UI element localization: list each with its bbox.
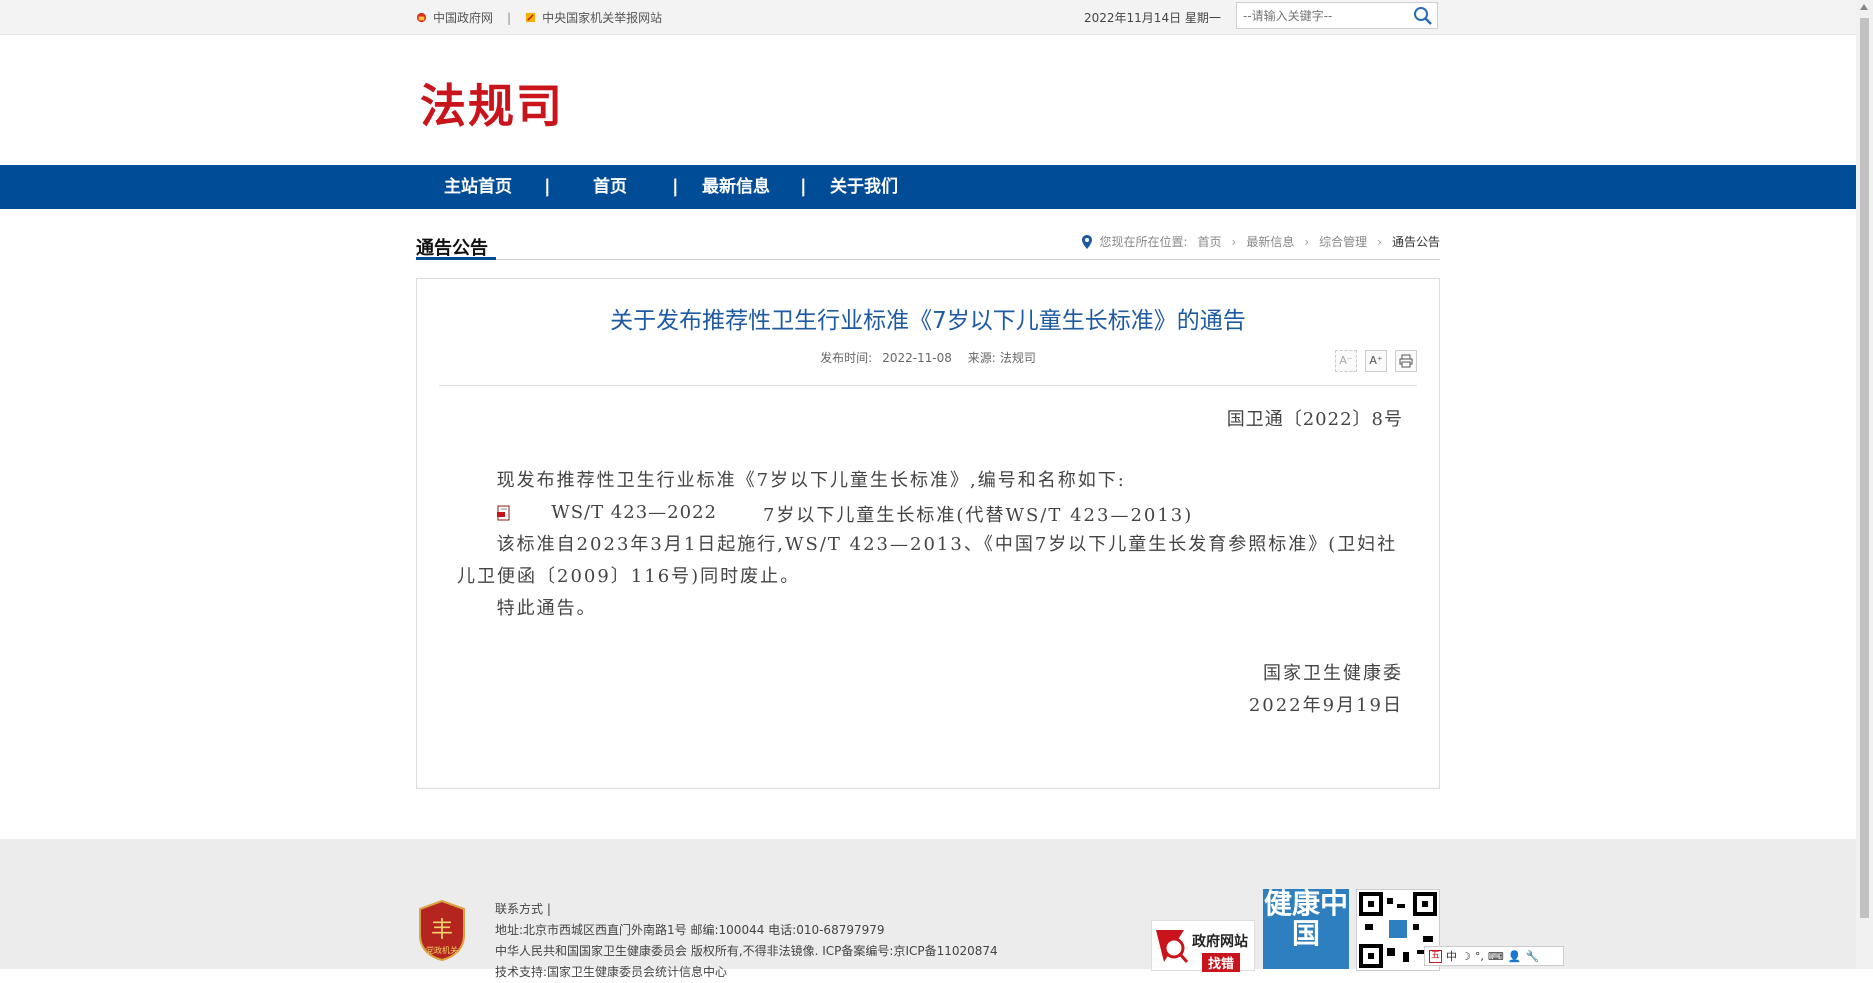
site-logo[interactable]: 法规司 <box>420 70 564 136</box>
scroll-thumb[interactable] <box>1860 18 1869 918</box>
party-emblem-icon <box>525 12 536 23</box>
badge-sub: 找错 <box>1202 953 1241 972</box>
chevron-right-icon: › <box>1304 234 1310 249</box>
section-divider <box>416 259 1440 260</box>
ime-moon-icon[interactable]: ☽ <box>1461 950 1471 963</box>
report-site-link[interactable]: 中央国家机关举报网站 <box>542 9 662 26</box>
health-china-logo[interactable]: 健康中国 <box>1263 889 1349 969</box>
publish-date: 2022-11-08 <box>882 351 952 365</box>
printer-icon <box>1399 354 1413 368</box>
nav-item-main-home[interactable]: 主站首页 <box>444 165 512 209</box>
breadcrumb-prefix: 您现在所在位置: <box>1099 235 1188 249</box>
nav-item-home[interactable]: 首页 <box>593 165 627 209</box>
breadcrumb: 您现在所在位置: 首页 › 最新信息 › 综合管理 › 通告公告 <box>1082 233 1440 250</box>
paragraph-closing: 特此通告。 <box>496 598 597 619</box>
breadcrumb-general[interactable]: 综合管理 <box>1319 233 1367 250</box>
gov-site-error-report-badge[interactable]: 政府网站 找错 <box>1151 920 1255 972</box>
breadcrumb-current: 通告公告 <box>1391 235 1440 249</box>
nav-separator: | <box>672 176 679 197</box>
standard-line: WS/T 423—2022 7岁以下儿童生长标准(代替WS/T 423—2013… <box>457 497 1399 532</box>
breadcrumb-home[interactable]: 首页 <box>1198 233 1222 250</box>
ime-punct-icon[interactable]: °, <box>1475 950 1484 963</box>
nav-item-latest[interactable]: 最新信息 <box>702 165 770 209</box>
ime-settings-icon[interactable]: 🔧 <box>1525 950 1539 963</box>
footer-address: 地址:北京市西城区西直门外南路1号 邮编:100044 电话:010-68797… <box>495 923 885 937</box>
standard-code: WS/T 423—2022 <box>551 502 717 523</box>
vertical-scrollbar[interactable] <box>1856 0 1873 969</box>
nav-item-about[interactable]: 关于我们 <box>830 165 898 209</box>
footer-info: 联系方式 | 地址:北京市西城区西直门外南路1号 邮编:100044 电话:01… <box>495 899 998 983</box>
current-date: 2022年11月14日 星期一 <box>1084 11 1221 25</box>
article-meta: 发布时间: 2022-11-08 来源: 法规司 <box>417 349 1439 366</box>
ime-user-icon[interactable]: 👤 <box>1508 950 1522 963</box>
print-button[interactable] <box>1395 350 1417 372</box>
ime-keyboard-icon[interactable]: ⌨ <box>1488 950 1504 963</box>
badge-label: 政府网站 <box>1192 934 1248 950</box>
ime-toolbar: 五 中 ☽ °, ⌨ 👤 🔧 <box>1424 946 1564 966</box>
standard-attachment-link[interactable]: WS/T 423—2022 <box>496 497 717 529</box>
svg-text:党政机关: 党政机关 <box>426 945 458 955</box>
font-decrease-button[interactable]: A⁻ <box>1335 350 1357 372</box>
chevron-right-icon: › <box>1377 234 1382 249</box>
main-nav: 主站首页 | 首页 | 最新信息 | 关于我们 <box>0 165 1856 209</box>
breadcrumb-latest[interactable]: 最新信息 <box>1246 233 1294 250</box>
article-panel: 关于发布推荐性卫生行业标准《7岁以下儿童生长标准》的通告 发布时间: 2022-1… <box>416 278 1440 789</box>
nav-separator: | <box>544 176 551 197</box>
source-value: 法规司 <box>999 351 1036 365</box>
signing-organization: 国家卫生健康委 <box>1263 663 1403 684</box>
section-title-underline <box>416 257 496 260</box>
magnifier-icon <box>1156 930 1189 963</box>
article-divider <box>439 385 1417 386</box>
top-separator: | <box>507 10 512 25</box>
footer-copyright: 中华人民共和国国家卫生健康委员会 版权所有,不得非法镜像. ICP备案编号:京I… <box>495 944 998 958</box>
search-box <box>1236 2 1438 29</box>
paragraph-effective: 该标准自2023年3月1日起施行,WS/T 423—2013、《中国7岁以下儿童… <box>457 534 1398 587</box>
paragraph-intro: 现发布推荐性卫生行业标准《7岁以下儿童生长标准》,编号和名称如下: <box>496 470 1126 491</box>
footer: 丰 党政机关 联系方式 | 地址:北京市西城区西直门外南路1号 邮编:10004… <box>0 839 1856 979</box>
svg-text:丰: 丰 <box>431 918 453 943</box>
article-tools: A⁻ A⁺ <box>1335 350 1417 372</box>
footer-tech: 技术支持:国家卫生健康委员会统计信息中心 <box>495 965 728 979</box>
font-increase-button[interactable]: A⁺ <box>1365 350 1387 372</box>
standard-name: 7岁以下儿童生长标准(代替WS/T 423—2013) <box>762 505 1194 526</box>
party-government-emblem-icon: 丰 党政机关 <box>419 899 465 961</box>
gov-site-link[interactable]: 中国政府网 <box>433 9 493 26</box>
ime-mode[interactable]: 中 <box>1446 948 1457 964</box>
scroll-up-arrow-icon[interactable] <box>1860 4 1868 10</box>
ime-logo-icon[interactable]: 五 <box>1429 949 1442 963</box>
article-title: 关于发布推荐性卫生行业标准《7岁以下儿童生长标准》的通告 <box>610 308 1246 334</box>
source-label: 来源: <box>967 351 996 365</box>
footer-contact[interactable]: 联系方式 | <box>495 899 998 920</box>
top-links: 中国政府网 | 中央国家机关举报网站 <box>416 9 662 26</box>
signing-date: 2022年9月19日 <box>1248 695 1403 716</box>
publish-label: 发布时间: <box>820 351 873 365</box>
search-input[interactable] <box>1237 3 1409 28</box>
chevron-right-icon: › <box>1231 234 1237 249</box>
document-number: 国卫通〔2022〕8号 <box>1226 409 1403 430</box>
pdf-file-icon <box>496 505 510 521</box>
national-emblem-icon <box>416 12 427 23</box>
nav-separator: | <box>800 176 807 197</box>
location-pin-icon <box>1082 234 1093 249</box>
top-bar: 中国政府网 | 中央国家机关举报网站 2022年11月14日 星期一 <box>0 0 1856 35</box>
search-icon[interactable] <box>1411 5 1435 26</box>
